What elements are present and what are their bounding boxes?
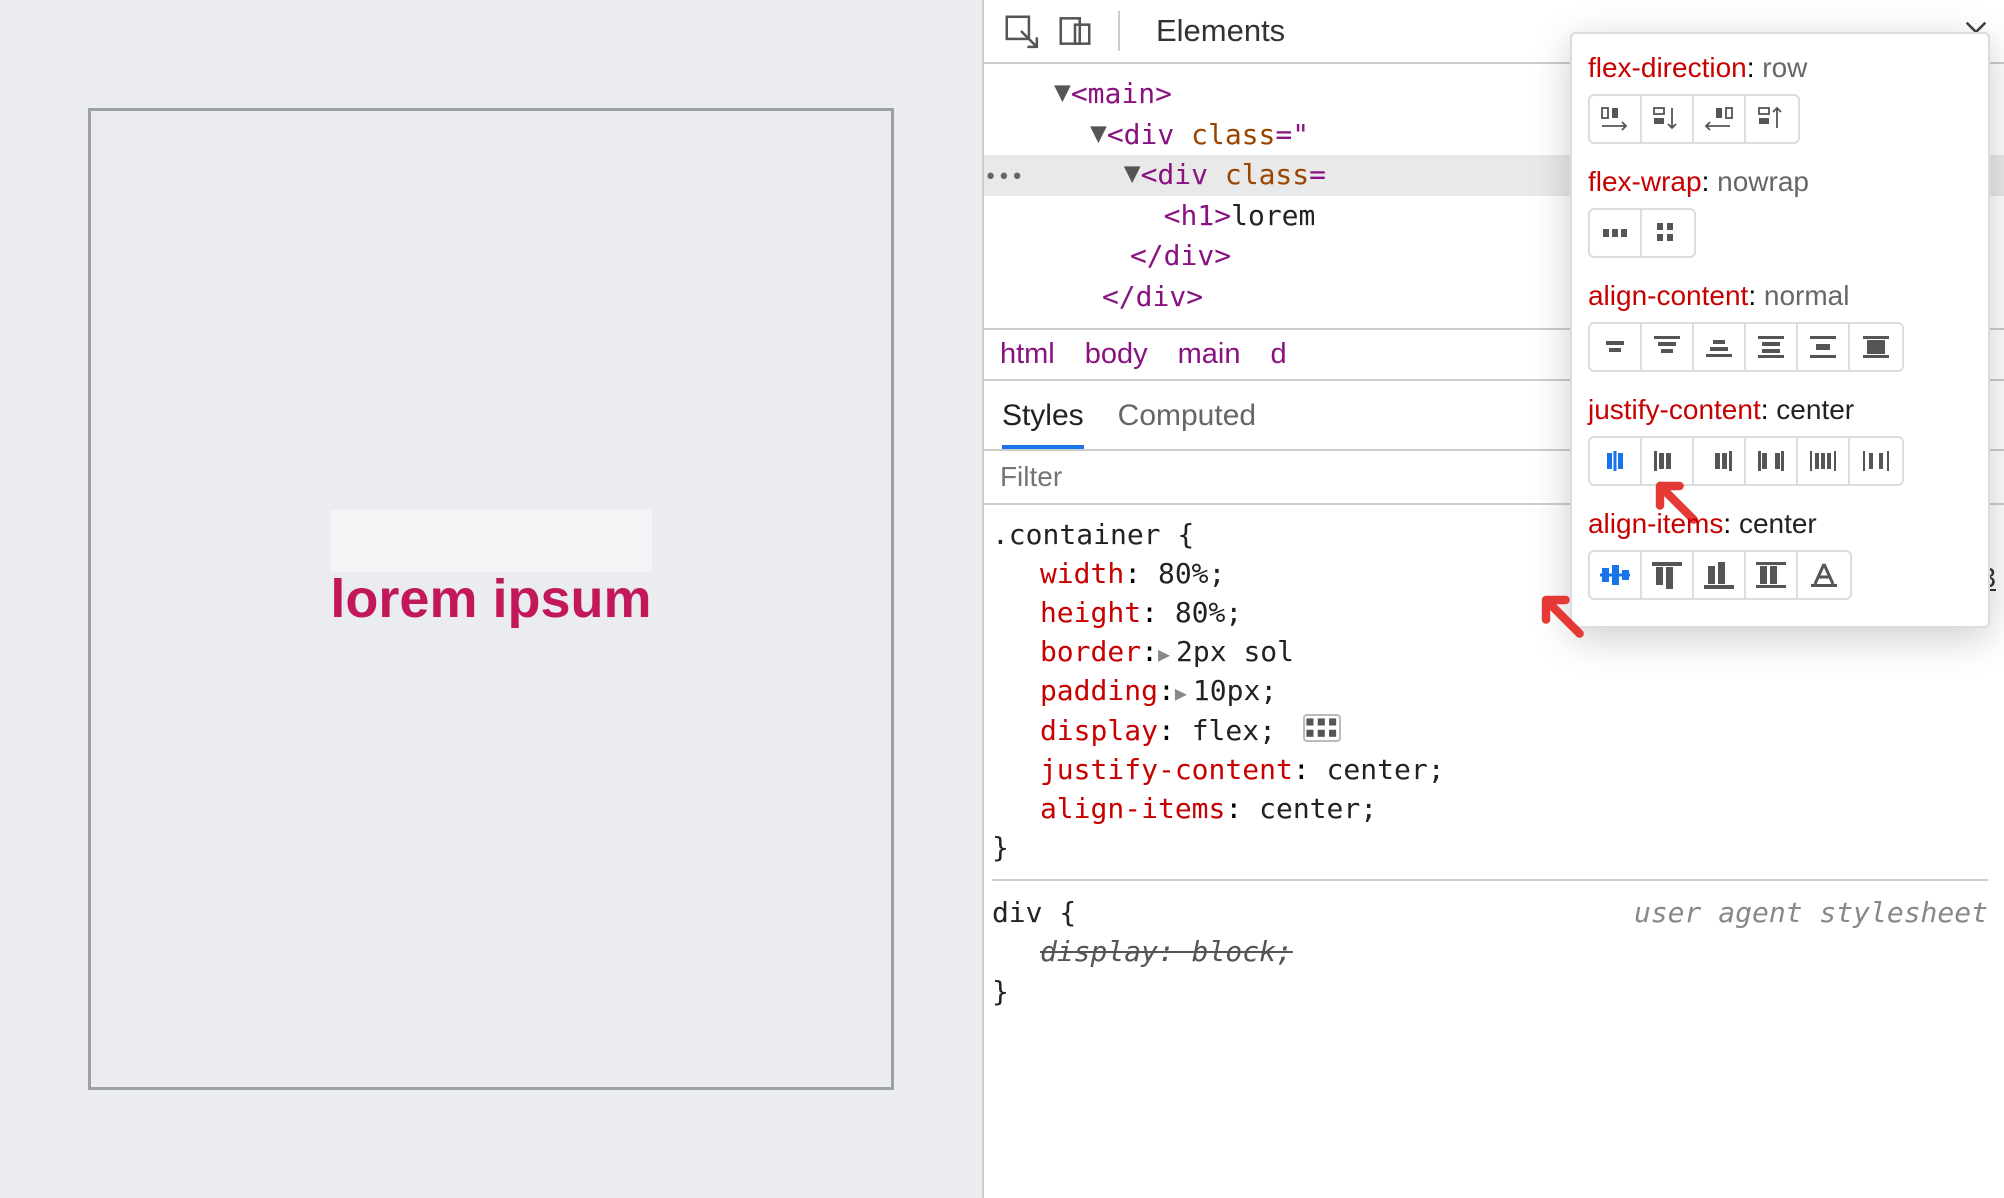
popover-row-align-items: align-items: center (1588, 508, 1972, 600)
crumb-d[interactable]: d (1271, 338, 1287, 371)
popover-row-align-content: align-content: normal (1588, 280, 1972, 372)
popover-row-flex-wrap: flex-wrap: nowrap (1588, 166, 1972, 258)
flex-direction-column-icon[interactable] (1642, 96, 1694, 142)
lorem-heading-text: lorem ipsum (330, 569, 651, 629)
annotation-arrow-icon (1532, 586, 1588, 642)
align-content-center-icon[interactable] (1590, 324, 1642, 370)
dom-div2-selected[interactable]: <div (1141, 158, 1225, 191)
tab-computed[interactable]: Computed (1118, 391, 1256, 449)
ua-label: user agent stylesheet (1634, 893, 1988, 932)
rule-div-display-overridden[interactable]: display: block; (1040, 935, 1293, 968)
rule-container-selector[interactable]: .container { (992, 518, 1194, 551)
lorem-heading: lorem ipsum (330, 568, 651, 630)
align-content-space-between-icon[interactable] (1746, 324, 1798, 370)
flex-wrap-wrap-icon[interactable] (1642, 210, 1694, 256)
dom-selected-ellipsis[interactable]: ••• (984, 165, 1030, 190)
select-element-icon[interactable] (1002, 12, 1040, 50)
tab-styles[interactable]: Styles (1002, 391, 1084, 449)
align-content-space-around-icon[interactable] (1798, 324, 1850, 370)
flex-wrap-nowrap-icon[interactable] (1590, 210, 1642, 256)
align-content-end-icon[interactable] (1694, 324, 1746, 370)
devtools-panel: Elements ▼<main> ▼<div class=" •••▼<div … (982, 0, 2004, 1198)
flex-direction-column-reverse-icon[interactable] (1746, 96, 1798, 142)
centered-container: lorem ipsum (88, 108, 893, 1090)
crumb-html[interactable]: html (1000, 338, 1055, 371)
align-items-end-icon[interactable] (1694, 552, 1746, 598)
popover-row-justify-content: justify-content: center (1588, 394, 1972, 486)
flex-editor-popover: flex-direction: row flex-wrap: nowrap al… (1570, 32, 1990, 628)
crumb-body[interactable]: body (1085, 338, 1148, 371)
align-items-baseline-icon[interactable] (1798, 552, 1850, 598)
tab-elements[interactable]: Elements (1144, 0, 1297, 62)
align-items-start-icon[interactable] (1642, 552, 1694, 598)
justify-content-space-around-icon[interactable] (1798, 438, 1850, 484)
dom-div-close-outer[interactable]: </div> (1102, 280, 1203, 313)
flex-editor-button[interactable] (1303, 714, 1341, 742)
flex-direction-row-reverse-icon[interactable] (1694, 96, 1746, 142)
dom-div1[interactable]: <div (1107, 118, 1191, 151)
flex-direction-row-icon[interactable] (1590, 96, 1642, 142)
justify-content-space-between-icon[interactable] (1746, 438, 1798, 484)
align-content-start-icon[interactable] (1642, 324, 1694, 370)
align-content-stretch-icon[interactable] (1850, 324, 1902, 370)
align-items-center-icon[interactable] (1590, 552, 1642, 598)
dom-div-close-inner[interactable]: </div> (1130, 239, 1231, 272)
selection-highlight (330, 510, 651, 572)
rule-div-selector[interactable]: div { (992, 896, 1076, 929)
dom-main-open[interactable]: <main> (1071, 77, 1172, 110)
align-items-stretch-icon[interactable] (1746, 552, 1798, 598)
rule-div-ua[interactable]: div { user agent stylesheet display: bloc… (992, 879, 1988, 1011)
justify-content-space-evenly-icon[interactable] (1850, 438, 1902, 484)
device-toggle-icon[interactable] (1056, 12, 1094, 50)
crumb-main[interactable]: main (1178, 338, 1241, 371)
justify-content-center-icon[interactable] (1590, 438, 1642, 484)
popover-row-flex-direction: flex-direction: row (1588, 52, 1972, 144)
page-viewport: lorem ipsum (0, 0, 982, 1198)
toolbar-separator (1118, 11, 1120, 51)
dom-h1[interactable]: <h1> (1164, 199, 1231, 232)
